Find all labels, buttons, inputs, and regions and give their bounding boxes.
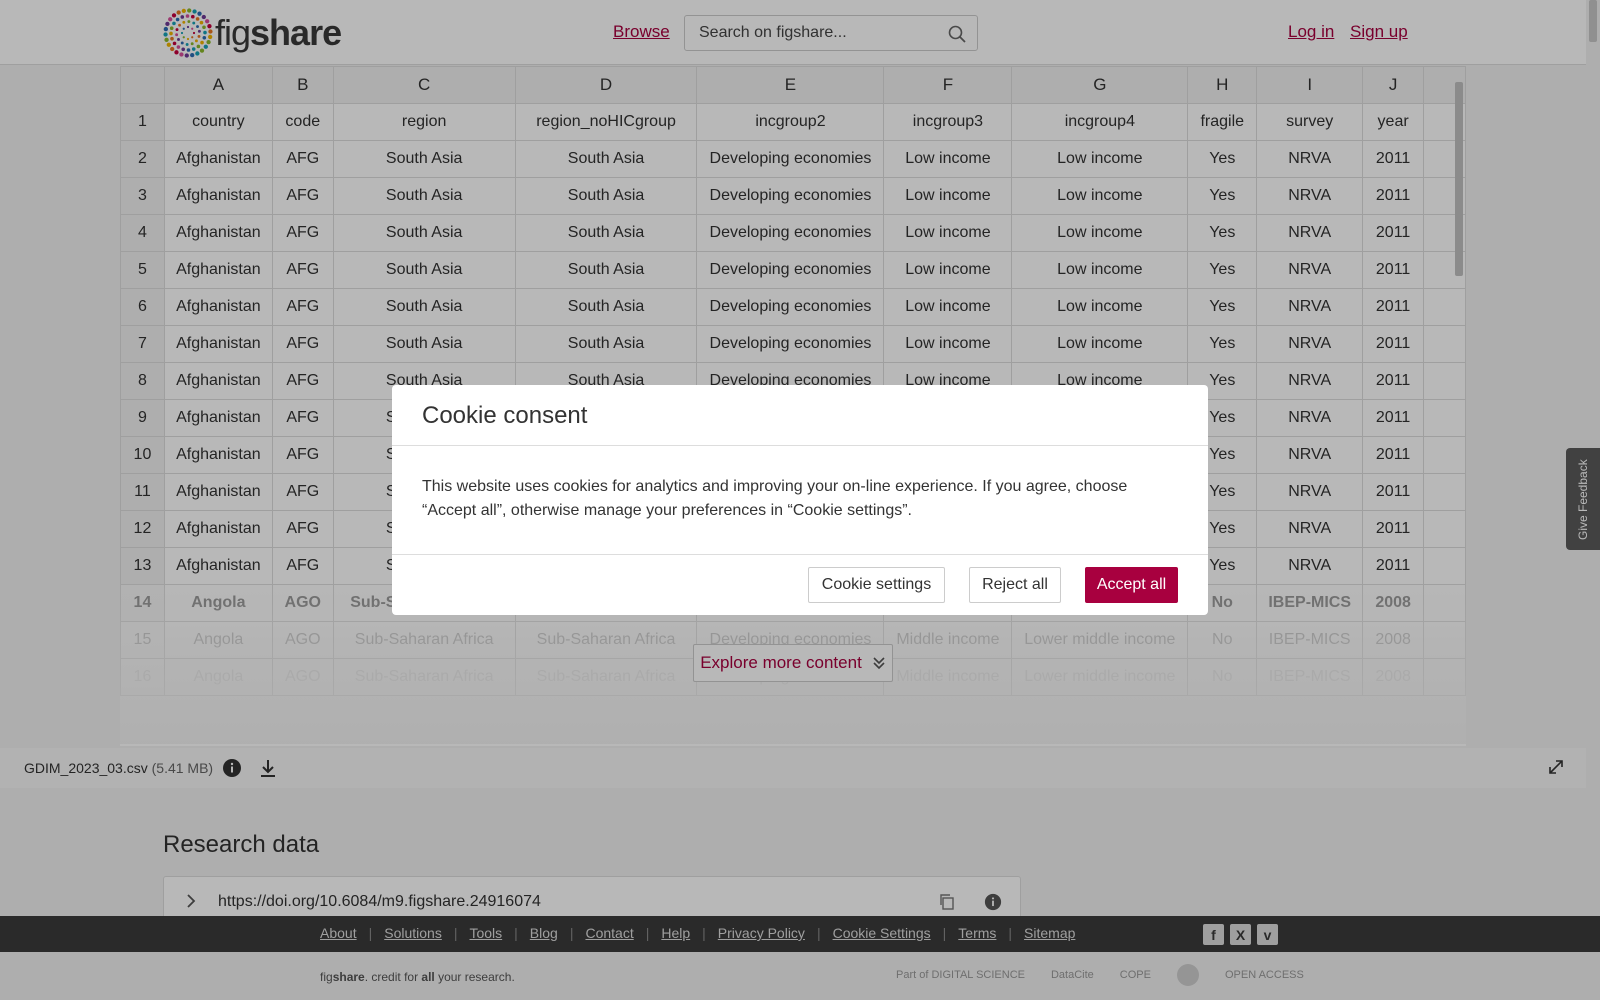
dialog-body: This website uses cookies for analytics … <box>422 478 1128 519</box>
dialog-title: Cookie consent <box>422 402 588 429</box>
reject-all-button[interactable]: Reject all <box>969 567 1061 603</box>
dialog-divider <box>392 554 1208 555</box>
cookie-consent-dialog: Cookie consent This website uses cookies… <box>392 385 1208 615</box>
cookie-settings-button[interactable]: Cookie settings <box>808 567 945 603</box>
accept-all-button[interactable]: Accept all <box>1085 567 1178 603</box>
dialog-divider <box>392 445 1208 446</box>
